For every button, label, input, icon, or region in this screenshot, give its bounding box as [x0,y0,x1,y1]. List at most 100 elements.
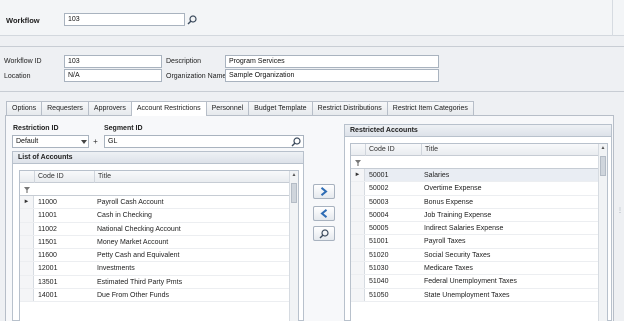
restriction-id-label: Restriction ID [13,125,59,132]
restriction-id-select[interactable]: Default [12,135,89,148]
row-indicator-icon: ► [20,196,34,209]
row-code: 14001 [38,292,58,300]
row-title: Investments [97,265,135,273]
row-indicator [351,288,365,301]
row-title: Money Market Account [97,238,169,246]
col-title[interactable]: Title [94,171,284,183]
table-row[interactable]: ► 50001 Salaries [351,169,607,183]
row-title: Federal Unemployment Taxes [424,278,517,286]
table-row[interactable]: 51040 Federal Unemployment Taxes [351,275,607,289]
location-label: Location [4,73,31,80]
workflow-search-button[interactable] [186,14,198,25]
row-indicator [20,275,34,289]
restricted-accounts-rows: ► 50001 Salaries 50002 Overtime Expense 500… [351,169,607,302]
splitter-grip-icon[interactable]: ⋮ [617,208,623,220]
row-indicator [351,182,365,195]
table-row[interactable]: 50003 Bonus Expense [351,195,607,209]
org-name-field[interactable]: Sample Organization [225,69,439,82]
tab-options[interactable]: Options [6,101,43,115]
row-title: State Unemployment Taxes [424,291,510,299]
table-row[interactable]: ► 11000 Payroll Cash Account [20,196,298,210]
details-top-divider [0,46,624,47]
move-left-button[interactable] [313,206,335,221]
table-row[interactable]: 12001 Investments [20,262,298,276]
tab-budget-template[interactable]: Budget Template [248,101,313,115]
segment-id-field[interactable]: GL [104,135,304,148]
row-code: 50003 [369,198,389,206]
table-row[interactable]: 14001 Due From Other Funds [20,289,298,303]
row-title: Cash in Checking [97,212,152,220]
filter-icon [24,187,30,193]
col-title[interactable]: Title [421,144,601,156]
scroll-up-icon[interactable]: ▲ [599,144,607,153]
add-restriction-button[interactable]: + [91,135,100,148]
list-of-accounts-rows: ► 11000 Payroll Cash Account 11001 Cash in … [20,196,298,303]
table-row[interactable]: 51020 Social Security Taxes [351,248,607,263]
workflow-input[interactable]: 103 [64,13,185,26]
details-bottom-divider [0,91,624,92]
list-of-accounts-scrollbar[interactable]: ▲ [289,171,298,321]
table-row[interactable]: 13501 Estimated Third Party Pmts [20,275,298,290]
row-title: Bonus Expense [424,198,474,206]
tab-restrict-item-categories[interactable]: Restrict Item Categories [386,101,474,115]
row-indicator [20,209,34,222]
header-divider [612,0,613,36]
tab-account-restrictions[interactable]: Account Restrictions [130,101,207,116]
segment-search-button[interactable] [290,136,302,147]
row-indicator [20,249,34,262]
row-title: Due From Other Funds [97,292,169,300]
chevron-left-icon [320,209,328,218]
tab-restrict-distributions[interactable]: Restrict Distributions [311,101,388,115]
search-icon [291,136,301,146]
list-of-accounts-grid: Code ID Title ► 11000 Payroll Cash Account… [19,170,299,321]
table-row[interactable]: 51030 Medicare Taxes [351,262,607,276]
workflow-id-field[interactable]: 103 [64,55,162,68]
table-row[interactable]: 11001 Cash in Checking [20,209,298,223]
scroll-thumb[interactable] [291,183,297,203]
row-title: Overtime Expense [424,185,482,193]
filter-row[interactable] [20,183,298,196]
restricted-accounts-scrollbar[interactable]: ▲ [598,144,607,321]
row-title: Payroll Taxes [424,238,466,246]
scroll-thumb[interactable] [600,156,606,176]
row-code: 50005 [369,225,389,233]
search-icon [187,14,197,24]
chevron-right-icon [320,187,328,196]
find-button[interactable] [313,226,335,241]
description-field[interactable]: Program Services [225,55,439,68]
row-indicator [351,208,365,222]
workflow-id-label: Workflow ID [4,58,42,65]
restriction-dropdown-button[interactable] [80,136,88,147]
row-code: 11000 [38,199,57,206]
col-code-id[interactable]: Code ID [34,171,98,183]
scroll-up-icon[interactable]: ▲ [290,171,298,180]
row-code: 51040 [369,278,389,286]
table-row[interactable]: 50002 Overtime Expense [351,182,607,196]
row-code: 12001 [38,265,58,273]
list-of-accounts-title: List of Accounts [13,152,303,164]
row-code: 50004 [369,211,389,219]
table-row[interactable]: 11002 National Checking Account [20,222,298,236]
location-field[interactable]: N/A [64,69,162,82]
filter-row[interactable] [351,156,607,169]
row-indicator [20,235,34,249]
tab-approvers[interactable]: Approvers [87,101,132,115]
row-code: 50002 [369,185,389,193]
table-row[interactable]: 50004 Job Training Expense [351,208,607,223]
row-indicator-icon: ► [351,169,365,182]
table-row[interactable]: 51001 Payroll Taxes [351,235,607,249]
table-row[interactable]: 51050 State Unemployment Taxes [351,288,607,302]
tab-requesters[interactable]: Requesters [41,101,89,115]
table-row[interactable]: 50005 Indirect Salaries Expense [351,222,607,236]
row-title: Salaries [424,172,450,179]
row-title: National Checking Account [97,225,181,233]
table-row[interactable]: 11501 Money Market Account [20,235,298,250]
move-right-button[interactable] [313,184,335,199]
col-code-id[interactable]: Code ID [365,144,425,156]
row-title: Medicare Taxes [424,265,473,273]
row-code: 51030 [369,265,389,273]
row-indicator [351,222,365,235]
tab-personnel[interactable]: Personnel [205,101,250,115]
list-of-accounts-group: List of Accounts Code ID Title ► 11000 Pay… [12,151,304,321]
table-row[interactable]: 11600 Petty Cash and Equivalent [20,249,298,263]
